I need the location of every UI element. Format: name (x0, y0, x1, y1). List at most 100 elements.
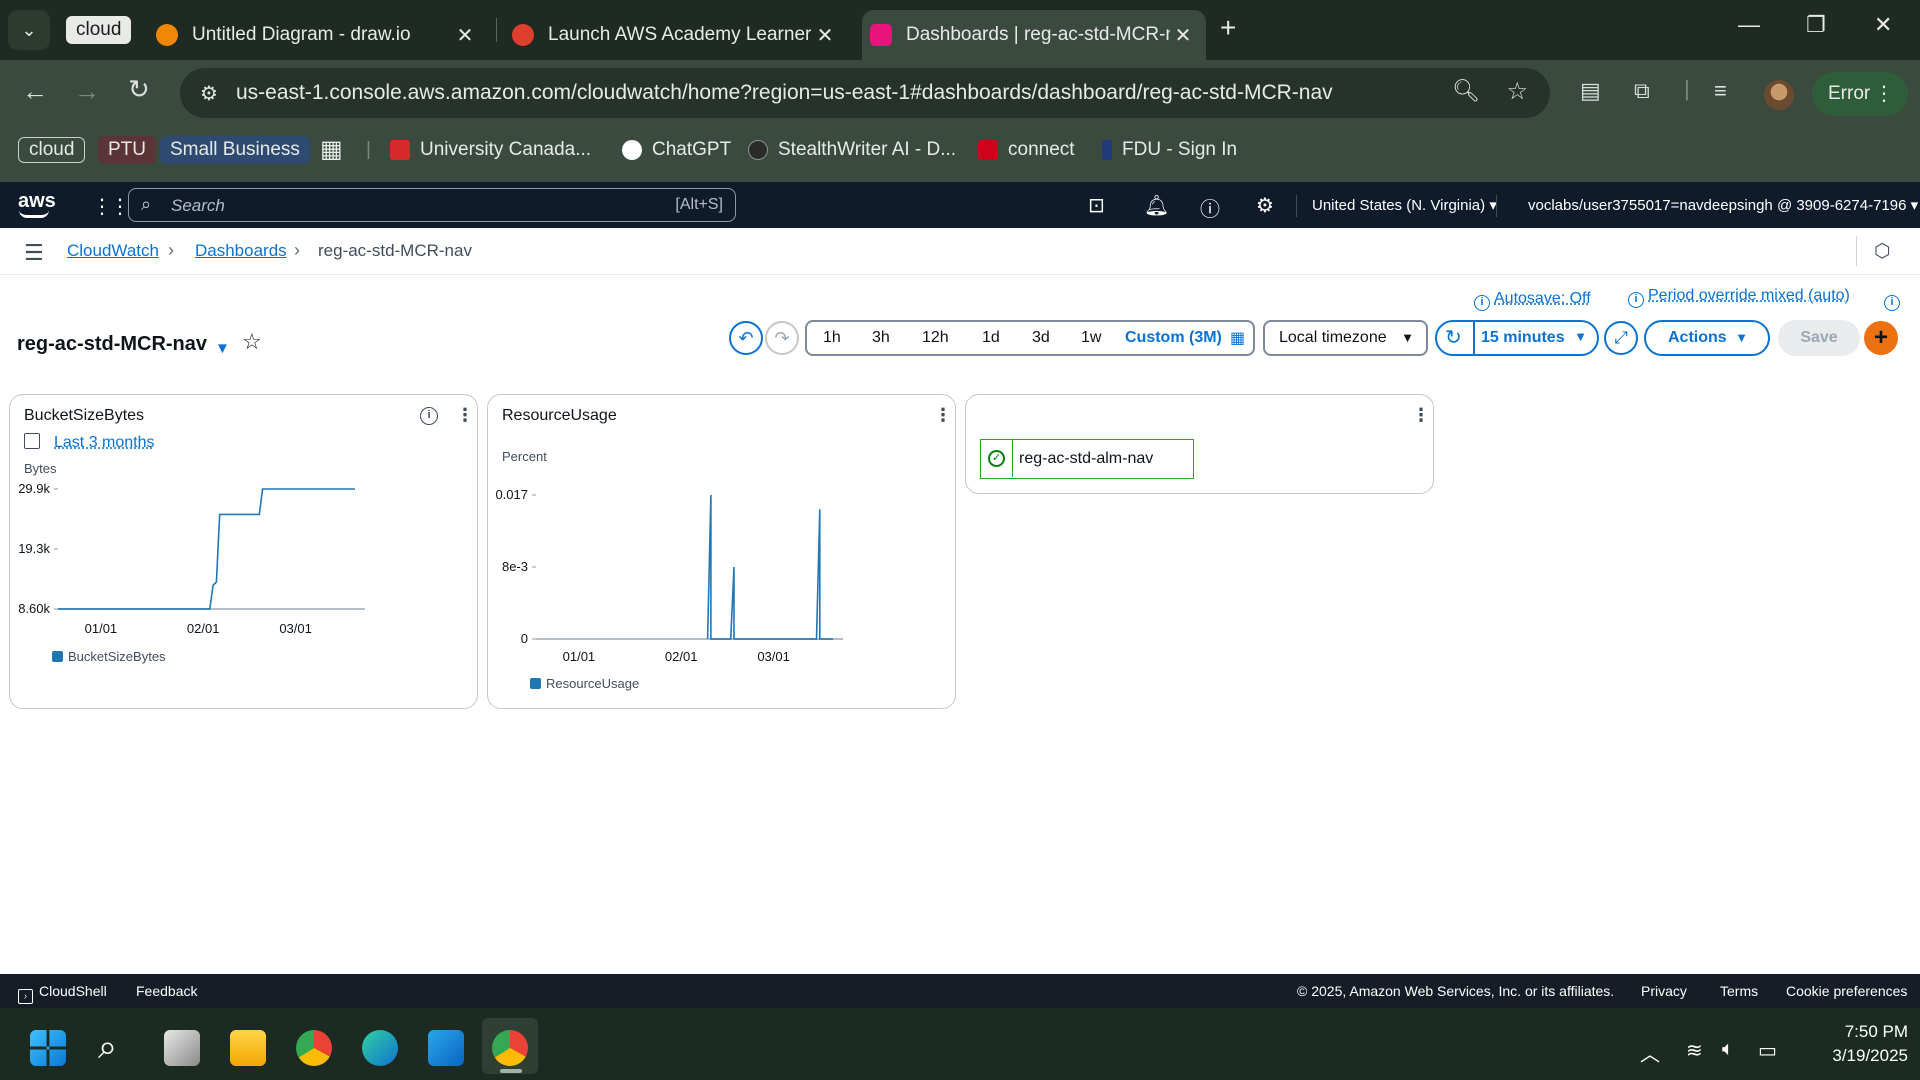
reload-icon[interactable]: ↻ (128, 74, 150, 105)
windows-start-icon[interactable] (30, 1030, 66, 1066)
close-icon[interactable]: ✕ (1170, 23, 1196, 48)
page-info-icon[interactable]: i (1884, 290, 1904, 311)
mcgrawhill-icon (978, 140, 998, 160)
privacy-link[interactable]: Privacy (1641, 983, 1687, 999)
close-window-icon[interactable]: ✕ (1874, 12, 1892, 38)
hamburger-menu-icon[interactable]: ☰ (24, 240, 44, 266)
close-icon[interactable]: ✕ (812, 23, 838, 48)
redo-button[interactable]: ↷ (765, 321, 799, 355)
widget-period-link[interactable]: Last 3 months (24, 433, 155, 452)
reading-mode-icon[interactable]: ▤ (1580, 78, 1601, 104)
tab-aws-academy[interactable]: Launch AWS Academy Learner La ✕ (510, 10, 846, 60)
period-override-info[interactable]: i Period override mixed (auto) (1628, 287, 1850, 308)
help-icon[interactable]: ⓘ (1200, 193, 1220, 222)
region-selector[interactable]: United States (N. Virginia) ▾ (1312, 196, 1497, 214)
undo-button[interactable]: ↶ (729, 321, 763, 355)
cookie-preferences-link[interactable]: Cookie preferences (1786, 983, 1907, 999)
breadcrumb: ☰ CloudWatch › Dashboards › reg-ac-std-M… (0, 228, 1920, 275)
range-1w[interactable]: 1w (1081, 329, 1101, 347)
range-custom[interactable]: Custom (3M) (1125, 329, 1222, 347)
cloudshell-icon[interactable]: ⊡ (1088, 193, 1105, 218)
range-3d[interactable]: 3d (1032, 329, 1050, 347)
edge-icon[interactable] (362, 1030, 398, 1066)
widget-alarm-status[interactable]: ⋮ ✓ reg-ac-std-alm-nav (965, 394, 1434, 494)
breadcrumb-dashboards[interactable]: Dashboards (195, 241, 287, 261)
tab-drawio[interactable]: Untitled Diagram - draw.io ✕ (150, 10, 486, 60)
terms-link[interactable]: Terms (1720, 983, 1758, 999)
apps-grid-icon[interactable]: ▦ (320, 136, 343, 164)
file-explorer-icon[interactable] (230, 1030, 266, 1066)
system-clock[interactable]: 7:50 PM 3/19/2025 (1804, 1020, 1908, 1068)
volume-icon[interactable]: 🔈︎ (1722, 1038, 1734, 1061)
outlook-icon[interactable] (428, 1030, 464, 1066)
more-menu-icon[interactable]: ⋮ (1874, 72, 1894, 116)
dashboard-switcher-chevron-icon[interactable]: ▼ (215, 340, 230, 357)
timezone-select[interactable]: Local timezone ▼ (1263, 320, 1428, 356)
range-1h[interactable]: 1h (823, 329, 841, 347)
task-view-icon[interactable] (164, 1030, 200, 1066)
widget-info-icon[interactable]: i (420, 407, 438, 425)
widget-menu-icon[interactable]: ⋮ (456, 405, 474, 426)
bookmark-connect[interactable]: connect (978, 136, 1075, 164)
bookmark-cloud[interactable]: cloud (18, 136, 86, 164)
tab-search-button[interactable]: ⌄ (8, 10, 50, 50)
cloudshell-label: CloudShell (39, 983, 107, 999)
profile-error-button[interactable]: Error ⋮ (1812, 72, 1908, 116)
bookmark-star-icon[interactable]: ☆ (1506, 77, 1528, 106)
wifi-icon[interactable]: ≋ (1686, 1038, 1703, 1063)
tray-overflow-chevron-icon[interactable]: ︿ (1640, 1038, 1660, 1067)
chrome-icon[interactable] (296, 1030, 332, 1066)
url-text[interactable]: us-east-1.console.aws.amazon.com/cloudwa… (236, 81, 1333, 105)
minimize-icon[interactable]: — (1738, 12, 1760, 38)
profile-avatar[interactable] (1764, 80, 1794, 110)
restore-icon[interactable]: ❐ (1806, 12, 1826, 38)
site-info-icon[interactable]: ⚙ (200, 81, 218, 106)
widget-menu-icon[interactable]: ⋮ (1412, 405, 1430, 426)
breadcrumb-cloudwatch[interactable]: CloudWatch (67, 241, 159, 261)
new-tab-button[interactable]: + (1220, 12, 1236, 44)
search-icon[interactable]: ⌕ (98, 1028, 134, 1066)
add-widget-button[interactable]: + (1864, 321, 1898, 355)
back-icon[interactable]: ← (22, 76, 48, 107)
autosave-info[interactable]: i Autosave: Off (1474, 290, 1591, 311)
preferences-icon[interactable]: ⬡ (1874, 240, 1891, 263)
bookmark-small-business[interactable]: Small Business (160, 136, 310, 164)
save-button[interactable]: Save (1778, 320, 1860, 356)
bookmark-chatgpt[interactable]: ChatGPT (622, 136, 731, 164)
favorite-star-icon[interactable]: ☆ (242, 329, 262, 355)
media-controls-icon[interactable]: ≡ (1714, 78, 1727, 104)
range-3h[interactable]: 3h (872, 329, 890, 347)
info-icon: i (1474, 295, 1490, 311)
console-search-input[interactable]: ⌕ Search [Alt+S] (128, 188, 736, 222)
cloudshell-link[interactable]: › CloudShell (18, 983, 107, 1004)
refresh-interval-select[interactable]: 15 minutes (1481, 329, 1565, 347)
battery-icon[interactable]: ▭ (1758, 1038, 1777, 1063)
bookmark-university-canada[interactable]: University Canada... (390, 136, 591, 164)
tab-cloudwatch-dashboards[interactable]: Dashboards | reg-ac-std-MCR-nav ✕ (862, 10, 1206, 60)
bookmark-fdu[interactable]: FDU - Sign In (1102, 136, 1237, 164)
aws-logo[interactable]: aws (18, 190, 56, 218)
zoom-icon[interactable]: 🔍︎ (1452, 78, 1480, 104)
tab-group-label[interactable]: cloud (66, 16, 132, 44)
bookmark-ptu[interactable]: PTU (98, 136, 156, 164)
bookmark-stealthwriter[interactable]: StealthWriter AI - D... (748, 136, 956, 164)
feedback-link[interactable]: Feedback (136, 983, 197, 999)
widget-menu-icon[interactable]: ⋮ (934, 405, 952, 426)
notifications-bell-icon[interactable]: 🔔︎ (1144, 193, 1169, 218)
fullscreen-button[interactable]: ⤢ (1604, 321, 1638, 355)
widget-resource-usage[interactable]: Percent 0 8e-3 0.017 01/01 02/01 03/01 Resource… (487, 394, 956, 709)
calendar-icon[interactable]: ▦ (1230, 328, 1245, 348)
close-icon[interactable]: ✕ (452, 23, 478, 48)
settings-gear-icon[interactable]: ⚙ (1256, 193, 1274, 218)
extensions-icon[interactable]: ⧉ (1634, 78, 1650, 104)
refresh-icon[interactable]: ↻ (1445, 325, 1462, 350)
alarm-chip[interactable]: ✓ reg-ac-std-alm-nav (980, 439, 1194, 479)
range-12h[interactable]: 12h (922, 329, 949, 347)
widget-bucket-size[interactable]: Bytes 8.60k 19.3k 29.9k 01/01 02/01 03/01 Bucke… (9, 394, 478, 709)
chrome-profile-icon[interactable] (492, 1030, 528, 1066)
actions-button[interactable]: Actions ▼ (1644, 320, 1770, 356)
range-1d[interactable]: 1d (982, 329, 1000, 347)
forward-icon[interactable]: → (74, 76, 100, 107)
account-menu[interactable]: voclabs/user3755017=navdeepsingh @ 3909-… (1528, 196, 1918, 214)
address-bar[interactable]: ⚙ us-east-1.console.aws.amazon.com/cloud… (180, 68, 1550, 118)
